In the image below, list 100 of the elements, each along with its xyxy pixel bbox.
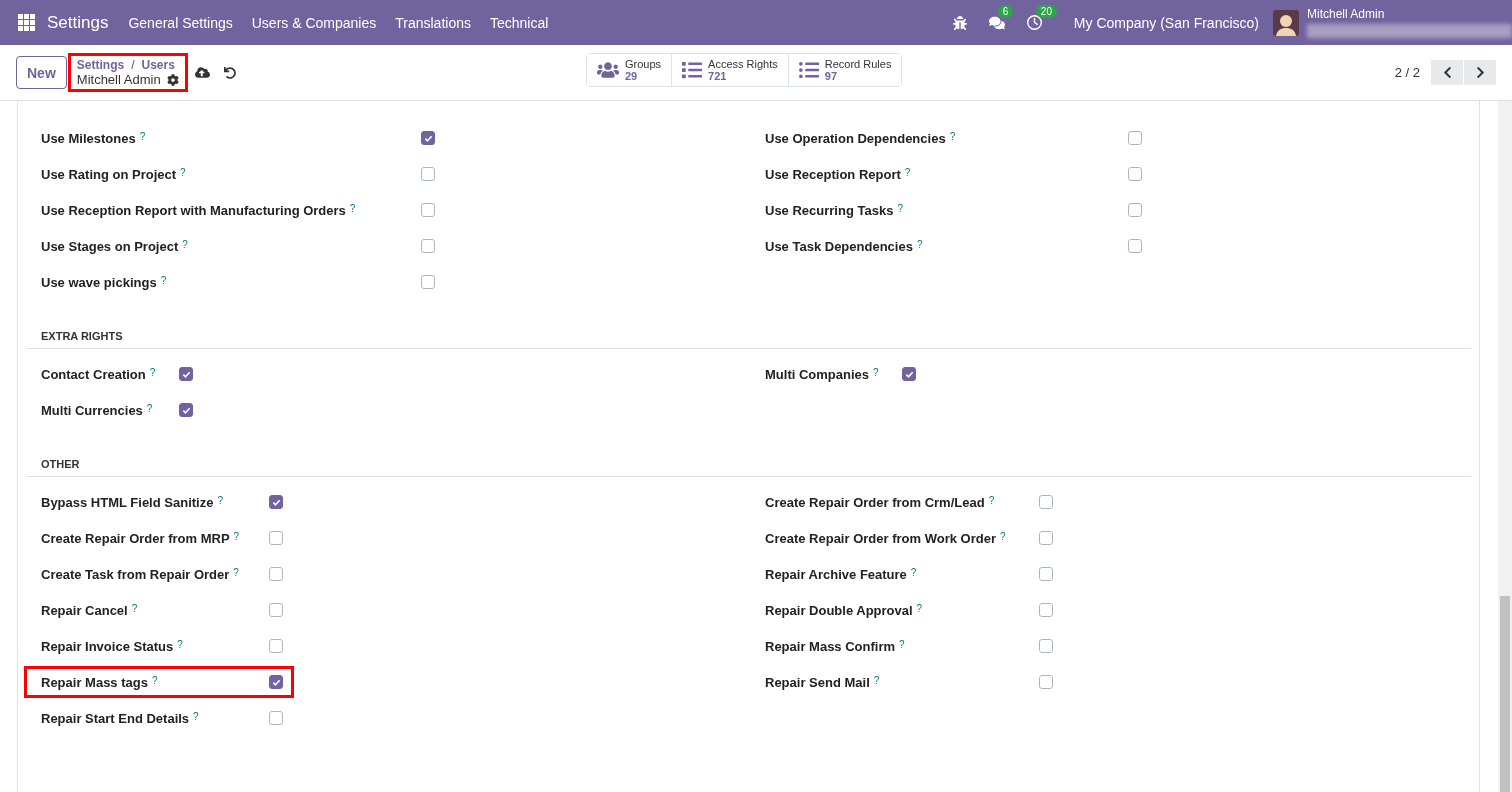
checkbox[interactable] [421,239,435,253]
breadcrumb-link[interactable]: Users [141,58,175,72]
field-label: Create Repair Order from Work Order [765,530,996,546]
checkbox[interactable] [269,603,283,617]
field-label: Repair Mass tags [41,674,148,690]
checkbox[interactable] [421,131,435,145]
help-mark[interactable]: ? [131,602,138,614]
stat-button[interactable]: Groups 29 [587,54,673,86]
help-mark[interactable]: ? [999,530,1006,542]
checkbox[interactable] [1039,639,1053,653]
field-label: Use Reception Report with Manufacturing Orders [41,202,346,218]
messages-badge: 6 [997,4,1014,18]
breadcrumb-separator: / [131,58,135,72]
field-label: Repair Start End Details [41,710,190,726]
settings-icon[interactable] [166,73,179,86]
checkbox[interactable] [421,167,435,181]
check-icon [181,405,191,415]
menu-item[interactable]: Translations [395,14,471,31]
help-mark[interactable]: ? [146,402,153,414]
user-avatar[interactable] [1273,9,1299,36]
field-label: Multi Currencies [41,402,143,418]
help-mark[interactable]: ? [910,566,917,578]
checkbox[interactable] [421,275,435,289]
help-mark[interactable]: ? [949,130,956,142]
field-label: Repair Cancel [41,602,128,618]
menu-item[interactable]: Technical [490,14,549,31]
checkbox[interactable] [1128,167,1142,181]
field-label: Create Task from Repair Order [41,566,230,582]
section-title: EXTRA RIGHTS [26,322,1471,349]
checkbox[interactable] [902,367,916,381]
field-label: Repair Double Approval [765,602,913,618]
help-mark[interactable]: ? [916,602,923,614]
app-title[interactable]: Settings [47,12,109,33]
chat-icon[interactable] [988,14,1005,31]
checkbox[interactable] [269,711,283,725]
help-mark[interactable]: ? [873,366,879,378]
field-label: Repair Archive Feature [765,566,907,582]
checkbox[interactable] [1039,675,1053,689]
checkbox[interactable] [1039,495,1053,509]
menu-item[interactable]: General Settings [128,14,233,31]
field-label: Use Rating on Project [41,166,177,182]
checkbox[interactable] [1039,603,1053,617]
clock-icon[interactable] [1026,15,1042,30]
help-mark[interactable]: ? [233,530,240,542]
field-label: Contact Creation [41,366,146,382]
section-title: OTHER [26,450,1471,477]
previous-button[interactable] [1431,60,1463,85]
help-mark[interactable]: ? [151,674,158,686]
checkbox[interactable] [1039,567,1053,581]
help-mark[interactable]: ? [180,166,186,178]
help-mark[interactable]: ? [899,638,905,650]
check-icon [271,677,281,687]
field-label: Repair Send Mail [765,674,870,690]
help-mark[interactable]: ? [988,494,995,506]
scrollbar[interactable] [1498,101,1512,792]
field-label: Create Repair Order from MRP [41,530,230,546]
checkbox[interactable] [421,203,435,217]
help-mark[interactable]: ? [349,202,356,214]
checkbox[interactable] [1128,239,1142,253]
new-button[interactable]: New [16,56,67,89]
apps-grid-icon[interactable] [18,14,35,31]
list-icon [798,60,819,80]
help-mark[interactable]: ? [160,274,167,286]
field-label: Bypass HTML Field Sanitize [41,494,214,510]
checkbox[interactable] [1039,531,1053,545]
checkbox[interactable] [179,403,193,417]
field-label: Repair Mass Confirm [765,638,896,654]
menu-item[interactable]: Users & Companies [251,14,377,31]
breadcrumb-link[interactable]: Settings [76,58,125,72]
checkbox[interactable] [269,567,283,581]
help-mark[interactable]: ? [873,674,880,686]
company-switcher[interactable]: My Company (San Francisco) [1073,14,1259,31]
help-mark[interactable]: ? [193,710,199,722]
checkbox[interactable] [269,495,283,509]
help-mark[interactable]: ? [897,202,903,214]
field-label: Use Task Dependencies [765,238,913,254]
check-icon [423,133,433,143]
field-label: Use wave pickings [41,274,157,290]
help-mark[interactable]: ? [182,238,188,250]
field-label: Use Recurring Tasks [765,202,894,218]
help-mark[interactable]: ? [916,238,923,250]
help-mark[interactable]: ? [177,638,183,650]
checkbox[interactable] [269,639,283,653]
help-mark[interactable]: ? [139,130,146,142]
help-mark[interactable]: ? [233,566,239,578]
checkbox[interactable] [269,531,283,545]
check-icon [904,369,914,379]
help-mark[interactable]: ? [149,366,156,378]
user-name[interactable]: Mitchell Admin [1307,7,1512,21]
next-button[interactable] [1464,60,1496,85]
help-mark[interactable]: ? [904,166,911,178]
check-icon [181,369,191,379]
checkbox[interactable] [1128,131,1142,145]
checkbox[interactable] [269,675,283,689]
undo-icon [223,66,236,79]
checkbox[interactable] [179,367,193,381]
field-label: Use Milestones [41,130,136,146]
checkbox[interactable] [1128,203,1142,217]
bug-icon[interactable] [952,15,967,30]
help-mark[interactable]: ? [217,494,223,506]
